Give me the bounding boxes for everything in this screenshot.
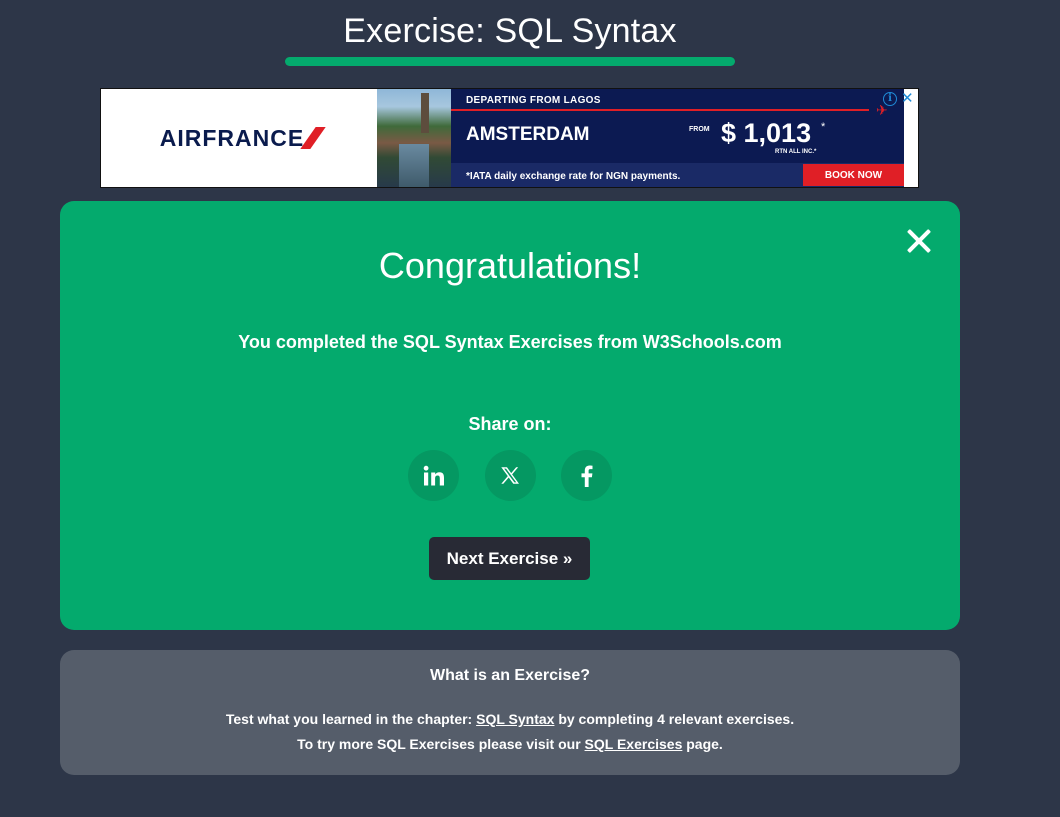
congrats-card: Congratulations! You completed the SQL S…: [60, 201, 960, 630]
linkedin-icon: [423, 465, 444, 485]
info-title: What is an Exercise?: [429, 667, 591, 684]
ad-route-line: [451, 109, 869, 111]
share-label: Share on:: [468, 414, 552, 434]
ad-close-icon[interactable]: ✕: [901, 91, 914, 106]
share-linkedin-button[interactable]: [408, 450, 459, 501]
sql-syntax-link[interactable]: SQL Syntax: [476, 711, 554, 727]
info-line-more: To try more SQL Exercises please visit o…: [60, 736, 960, 752]
congrats-title: Congratulations!: [378, 245, 642, 286]
info-line-chapter: Test what you learned in the chapter: SQ…: [60, 711, 960, 727]
ad-departing-text: DEPARTING FROM LAGOS: [466, 95, 601, 106]
air-france-mark-icon: [300, 127, 326, 149]
ad-banner[interactable]: AIRFRANCE DEPARTING FROM LAGOS ✈ AMSTERD…: [100, 88, 919, 188]
info-line1-text: Test what you learned in the chapter:: [225, 711, 477, 727]
info-line1-suffix: by completing 4 relevant exercises.: [554, 711, 795, 727]
title-underline: [285, 57, 735, 66]
ad-footnote: *IATA daily exchange rate for NGN paymen…: [466, 171, 681, 182]
ad-offer-panel[interactable]: DEPARTING FROM LAGOS ✈ AMSTERDAM FROM $ …: [451, 89, 904, 187]
ad-from-label: FROM: [689, 126, 710, 133]
info-line2-suffix: page.: [682, 736, 723, 752]
ad-brand-name: AIRFRANCE: [159, 124, 305, 151]
ad-photo-tower: [421, 93, 429, 133]
ad-info-icon[interactable]: i: [883, 92, 897, 106]
ad-price-mark: *: [821, 121, 826, 133]
completion-message: You completed the SQL Syntax Exercises f…: [238, 332, 782, 352]
page-title: Exercise: SQL Syntax: [343, 12, 677, 50]
x-icon: [501, 466, 519, 484]
ad-photo-canal: [399, 144, 429, 187]
share-x-button[interactable]: [484, 450, 536, 501]
ad-price-note: RTN ALL INC.*: [775, 149, 817, 155]
info-line2-text: To try more SQL Exercises please visit o…: [297, 736, 585, 752]
facebook-icon: [581, 465, 592, 487]
sql-exercises-link[interactable]: SQL Exercises: [585, 736, 683, 752]
share-buttons: [408, 450, 612, 502]
book-now-button[interactable]: BOOK NOW: [803, 164, 904, 186]
ad-destination: AMSTERDAM: [466, 124, 590, 145]
ad-choices[interactable]: i ✕: [883, 91, 917, 107]
ad-brand-logo[interactable]: AIRFRANCE: [101, 89, 377, 187]
share-facebook-button[interactable]: [561, 450, 612, 501]
next-exercise-button[interactable]: Next Exercise »: [429, 537, 590, 580]
ad-price: $ 1,013: [721, 118, 812, 148]
ad-photo: [377, 89, 451, 187]
exercise-info-card: What is an Exercise? Test what you learn…: [60, 650, 960, 775]
